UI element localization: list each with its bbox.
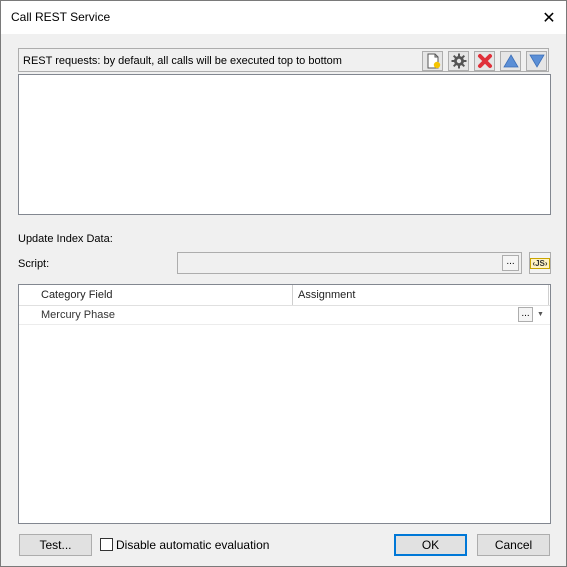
delete-icon bbox=[477, 54, 492, 68]
move-up-button[interactable] bbox=[500, 51, 521, 71]
assignment-browse-button[interactable]: ... bbox=[518, 307, 533, 322]
column-header-assignment[interactable]: Assignment bbox=[298, 289, 355, 301]
arrow-up-icon bbox=[502, 54, 519, 68]
call-rest-service-dialog: Call REST Service ✕ REST requests: by de… bbox=[0, 0, 567, 567]
ok-button[interactable]: OK bbox=[394, 534, 467, 556]
cancel-button[interactable]: Cancel bbox=[477, 534, 550, 556]
delete-request-button[interactable] bbox=[474, 51, 495, 71]
rest-requests-header: REST requests: by default, all calls wil… bbox=[18, 48, 549, 72]
script-field[interactable]: ... bbox=[177, 252, 522, 274]
close-button[interactable]: ✕ bbox=[532, 1, 566, 34]
grid-header: Category Field Assignment bbox=[19, 285, 550, 306]
column-divider[interactable] bbox=[292, 285, 293, 305]
js-editor-button[interactable]: ‹JS› bbox=[529, 252, 551, 274]
disable-evaluation-checkbox[interactable] bbox=[100, 538, 113, 551]
title-bar: Call REST Service ✕ bbox=[1, 1, 566, 34]
rest-requests-list[interactable] bbox=[18, 74, 551, 215]
new-document-icon bbox=[427, 53, 440, 69]
category-field-cell: Mercury Phase bbox=[41, 309, 115, 321]
script-browse-button[interactable]: ... bbox=[502, 255, 519, 271]
move-down-button[interactable] bbox=[526, 51, 547, 71]
rest-requests-label: REST requests: by default, all calls wil… bbox=[23, 55, 342, 67]
update-index-label: Update Index Data: bbox=[18, 233, 113, 245]
test-button[interactable]: Test... bbox=[19, 534, 92, 556]
dialog-title: Call REST Service bbox=[11, 10, 111, 24]
script-label: Script: bbox=[18, 258, 50, 270]
column-divider bbox=[548, 285, 549, 305]
arrow-down-icon bbox=[528, 54, 545, 68]
close-icon: ✕ bbox=[542, 9, 556, 27]
add-request-button[interactable] bbox=[422, 51, 443, 71]
column-header-category-field[interactable]: Category Field bbox=[41, 289, 113, 301]
javascript-icon: ‹JS› bbox=[530, 257, 550, 269]
configure-request-button[interactable] bbox=[448, 51, 469, 71]
gear-icon bbox=[451, 53, 466, 69]
category-assignment-grid[interactable]: Category Field Assignment Mercury Phase … bbox=[18, 284, 551, 524]
disable-evaluation-label[interactable]: Disable automatic evaluation bbox=[116, 538, 269, 552]
table-row[interactable]: Mercury Phase ... ▼ bbox=[19, 306, 550, 325]
chevron-down-icon[interactable]: ▼ bbox=[537, 311, 544, 318]
